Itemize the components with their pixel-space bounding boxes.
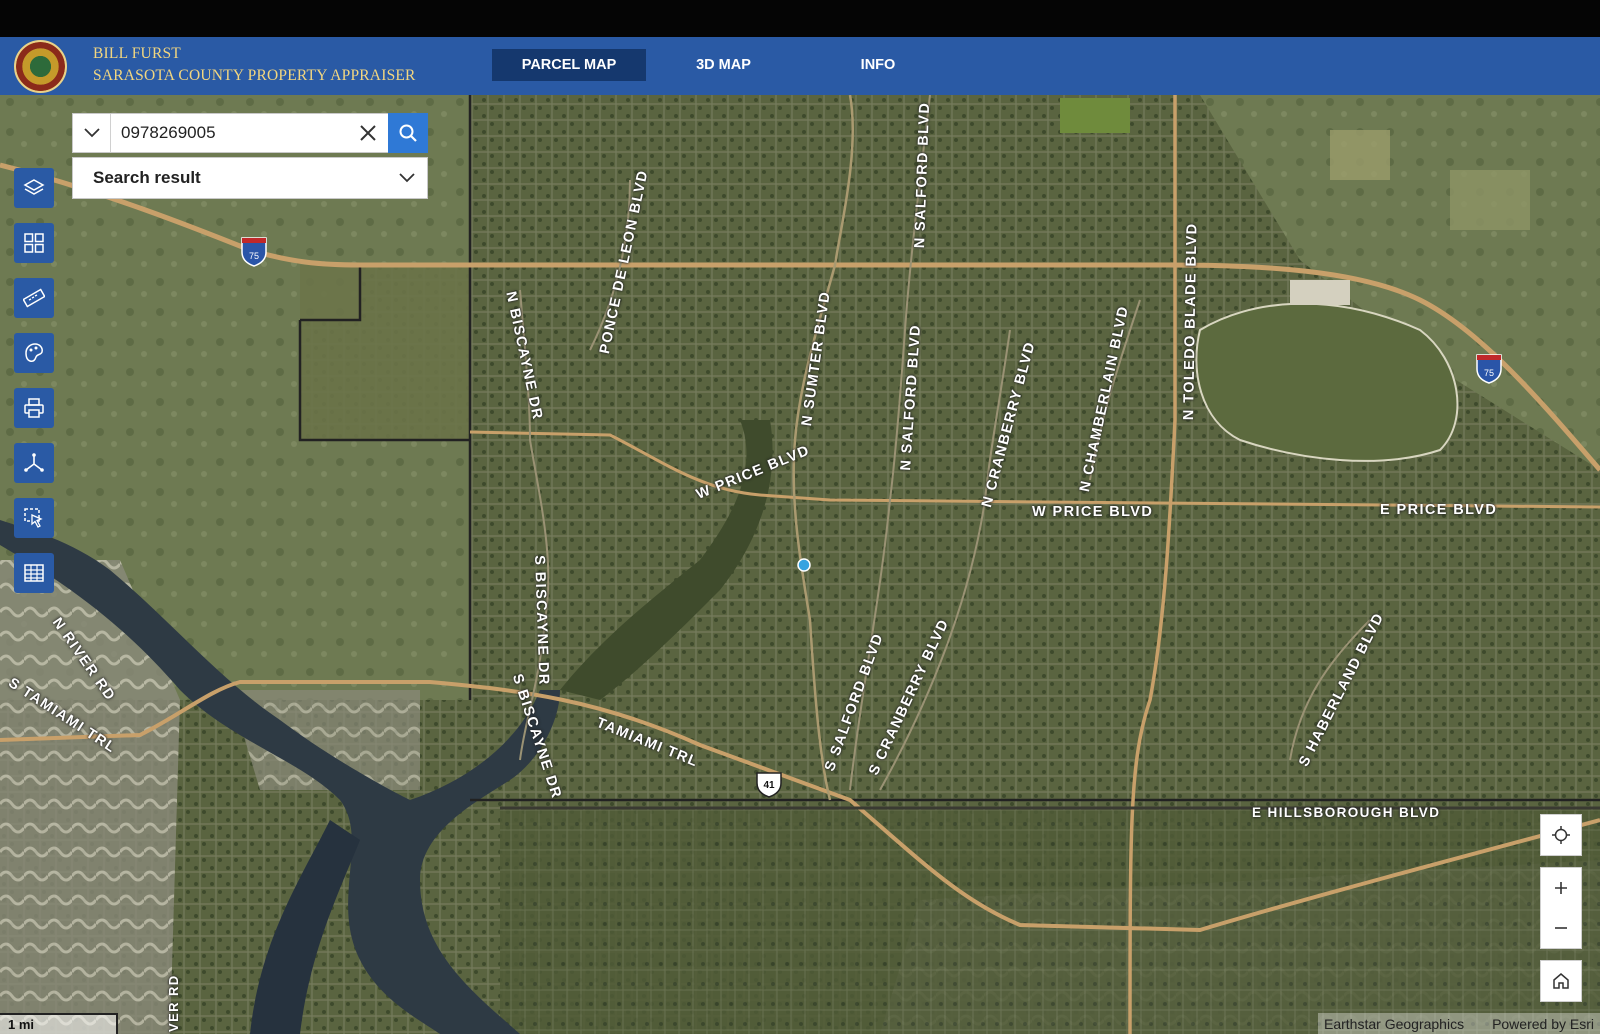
- print-button[interactable]: [14, 388, 54, 428]
- basemap-gallery-icon: [24, 233, 44, 253]
- attribution-esri[interactable]: Powered by Esri: [1492, 1016, 1594, 1032]
- legend-icon: [25, 343, 43, 362]
- tab-3d-map[interactable]: 3D MAP: [646, 49, 801, 81]
- locate-button[interactable]: [1541, 815, 1581, 855]
- home-icon: [1553, 973, 1569, 989]
- share-icon: [24, 453, 44, 472]
- aerial-imagery: 75 75 41: [0, 95, 1600, 1034]
- attribution-imagery[interactable]: Earthstar Geographics: [1324, 1016, 1464, 1032]
- i75-shield-east: 75: [1476, 354, 1502, 384]
- locate-control: [1540, 814, 1582, 856]
- search-result-dropdown[interactable]: Search result: [72, 157, 428, 199]
- layers-button[interactable]: [14, 168, 54, 208]
- home-button[interactable]: [1541, 961, 1581, 1001]
- search-input[interactable]: [111, 114, 348, 152]
- county-seal-logo: [14, 40, 67, 93]
- zoom-in-button[interactable]: [1541, 868, 1581, 908]
- map-view[interactable]: 75 75 41 N SALFORD BLVD PONCE DE LEON BL…: [0, 95, 1600, 1034]
- svg-text:75: 75: [1484, 368, 1494, 378]
- map-attribution: Earthstar Geographics Powered by Esri: [1318, 1013, 1600, 1034]
- crosshair-icon: [1552, 826, 1570, 844]
- search-button[interactable]: [388, 113, 428, 153]
- road-label-river-rd-south: VER RD: [166, 974, 181, 1032]
- share-button[interactable]: [14, 443, 54, 483]
- measure-button[interactable]: [14, 278, 54, 318]
- minus-icon: [1555, 927, 1567, 929]
- zoom-control: [1540, 867, 1582, 949]
- scale-bar: 1 mi: [0, 1013, 118, 1034]
- home-control: [1540, 960, 1582, 1002]
- brand: BILL FURST SARASOTA COUNTY PROPERTY APPR…: [93, 43, 416, 87]
- road-label-w-price-blvd: W PRICE BLVD: [1032, 504, 1154, 520]
- basemap-gallery-button[interactable]: [14, 223, 54, 263]
- table-icon: [24, 564, 44, 582]
- road-label-n-toledo-blade-blvd: N TOLEDO BLADE BLVD: [1181, 222, 1201, 421]
- search-result-label: Search result: [93, 168, 201, 187]
- road-label-e-price-blvd: E PRICE BLVD: [1380, 502, 1498, 518]
- brand-name: BILL FURST: [93, 45, 181, 62]
- top-black-bar: [0, 0, 1600, 37]
- attribute-table-button[interactable]: [14, 553, 54, 593]
- i75-shield-west: 75: [241, 237, 267, 267]
- search-icon: [399, 124, 417, 142]
- plus-icon: [1555, 882, 1567, 894]
- measure-icon: [23, 288, 45, 308]
- road-label-e-hillsborough-blvd: E HILLSBOROUGH BLVD: [1252, 805, 1441, 820]
- print-icon: [24, 398, 44, 418]
- search-source-dropdown[interactable]: [73, 114, 111, 152]
- app-header: BILL FURST SARASOTA COUNTY PROPERTY APPR…: [0, 37, 1600, 95]
- close-icon: [360, 125, 376, 141]
- chevron-down-icon: [387, 173, 427, 183]
- brand-subtitle: SARASOTA COUNTY PROPERTY APPRAISER: [93, 67, 416, 84]
- legend-button[interactable]: [14, 333, 54, 373]
- map-toolbar: [14, 168, 54, 608]
- svg-text:41: 41: [763, 780, 775, 791]
- chevron-down-icon: [83, 128, 100, 138]
- zoom-out-button[interactable]: [1541, 908, 1581, 948]
- layers-icon: [23, 179, 45, 195]
- tab-info[interactable]: INFO: [801, 49, 955, 81]
- svg-text:75: 75: [249, 251, 259, 261]
- main-nav: PARCEL MAP 3D MAP INFO: [492, 49, 955, 81]
- clear-search-button[interactable]: [348, 114, 388, 152]
- search-bar: [72, 113, 428, 153]
- tab-parcel-map[interactable]: PARCEL MAP: [492, 49, 646, 81]
- select-button[interactable]: [14, 498, 54, 538]
- select-icon: [24, 508, 43, 528]
